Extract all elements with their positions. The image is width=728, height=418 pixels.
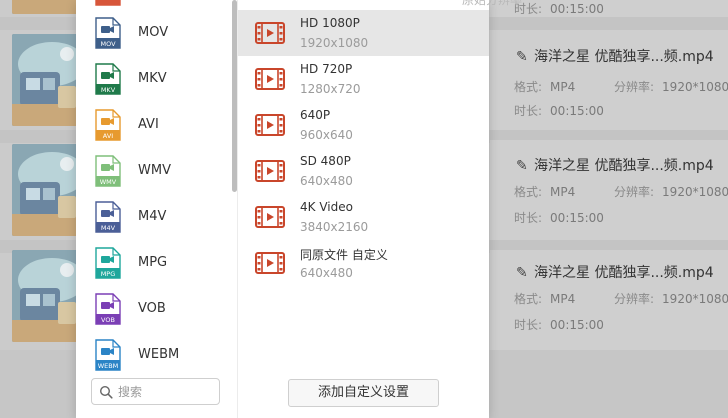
- output-format-popup: MOV MOV MKV MKV AVI AVI WMV WMV M4V M4V MPG MPG VOB V…: [76, 0, 522, 418]
- format-name: AVI: [138, 117, 159, 132]
- format-badge-text: AVI: [103, 132, 113, 140]
- video-scene-image: [12, 0, 80, 14]
- video-film-icon: [255, 252, 285, 274]
- resolution-text: 分辨率: 1920*1080: [614, 80, 728, 94]
- format-name: WMV: [138, 163, 171, 178]
- format-badge-text: M4V: [101, 224, 116, 232]
- file-name[interactable]: ✎ 海洋之星 优酷独享...频.mp4: [516, 155, 714, 175]
- format-list: MOV MOV MKV MKV AVI AVI WMV WMV M4V M4V MPG MPG VOB V…: [76, 0, 233, 371]
- format-item-wmv[interactable]: WMV WMV: [76, 148, 233, 194]
- search-input[interactable]: [118, 383, 216, 401]
- format-name: WEBM: [138, 347, 180, 362]
- resolution-title: 4K Video: [300, 200, 353, 214]
- duration-text: 时长: 00:15:00: [514, 2, 604, 16]
- format-badge-text: WMV: [100, 178, 117, 186]
- video-thumbnail: [12, 0, 80, 14]
- video-thumbnail: [12, 250, 80, 342]
- format-item-avi[interactable]: AVI AVI: [76, 102, 233, 148]
- video-scene-image: [12, 250, 80, 342]
- format-item-vob[interactable]: VOB VOB: [76, 286, 233, 332]
- video-scene-image: [12, 34, 80, 126]
- format-badge-text: WEBM: [98, 362, 119, 370]
- add-custom-setting-button[interactable]: 添加自定义设置: [288, 379, 439, 407]
- wmv-file-icon: WMV: [95, 155, 121, 187]
- avi-file-icon: AVI: [95, 109, 121, 141]
- format-name: MKV: [138, 71, 167, 86]
- duration-text: 时长: 00:15:00: [514, 211, 604, 225]
- resolution-title: SD 480P: [300, 154, 351, 168]
- format-search-box[interactable]: [91, 378, 220, 405]
- video-film-icon: [255, 22, 285, 44]
- resolution-dimensions: 1280x720: [300, 82, 361, 96]
- resolution-dimensions: 960x640: [300, 128, 353, 142]
- resolution-dimensions: 1920x1080: [300, 36, 369, 50]
- format-badge-text: MOV: [100, 40, 116, 48]
- resolution-option[interactable]: SD 480P 640x480: [238, 148, 489, 194]
- duration-text: 时长: 00:15:00: [514, 104, 604, 118]
- resolution-title: HD 720P: [300, 62, 353, 76]
- video-film-icon: [255, 160, 285, 182]
- format-badge-text: VOB: [101, 316, 115, 324]
- duration-text: 时长: 00:15:00: [514, 318, 604, 332]
- resolution-dimensions: 3840x2160: [300, 220, 369, 234]
- video-film-icon: [255, 206, 285, 228]
- format-item-mpg[interactable]: MPG MPG: [76, 240, 233, 286]
- edit-pencil-icon[interactable]: ✎: [516, 49, 530, 65]
- vob-file-icon: VOB: [95, 293, 121, 325]
- resolution-option[interactable]: 同原文件 自定义 640x480: [238, 240, 489, 286]
- format-name: M4V: [138, 209, 167, 224]
- mov-file-icon: MOV: [95, 17, 121, 49]
- video-thumbnail: [12, 34, 80, 126]
- format-item-mkv[interactable]: MKV MKV: [76, 56, 233, 102]
- format-text: 格式: MP4: [514, 80, 576, 94]
- resolution-option[interactable]: 4K Video 3840x2160: [238, 194, 489, 240]
- format-name: MOV: [138, 25, 169, 40]
- resolution-option[interactable]: 640P 960x640: [238, 102, 489, 148]
- webm-file-icon: WEBM: [95, 339, 121, 371]
- resolution-text: 分辨率: 1920*1080: [614, 292, 728, 306]
- format-badge-text: MPG: [101, 270, 116, 278]
- resolution-option[interactable]: HD 720P 1280x720: [238, 56, 489, 102]
- mp4-file-icon: [95, 0, 121, 6]
- original-resolution-partial: 原始分辨率: [462, 0, 523, 7]
- video-scene-image: [12, 144, 80, 236]
- resolution-title: HD 1080P: [300, 16, 360, 30]
- m4v-file-icon: M4V: [95, 201, 121, 233]
- resolution-option[interactable]: HD 1080P 1920x1080: [238, 10, 489, 56]
- resolution-title: 640P: [300, 108, 331, 122]
- video-film-icon: [255, 68, 285, 90]
- edit-pencil-icon[interactable]: ✎: [516, 158, 530, 174]
- resolution-list: 原始分辨率 HD 1080P 1920x1080 HD 720P 1280x720 64…: [238, 0, 522, 370]
- file-name[interactable]: ✎ 海洋之星 优酷独享...频.mp4: [516, 46, 714, 66]
- resolution-text: 分辨率: 1920*1080: [614, 185, 728, 199]
- format-item-mov[interactable]: MOV MOV: [76, 10, 233, 56]
- resolution-dimensions: 640x480: [300, 266, 353, 280]
- format-item-m4v[interactable]: M4V M4V: [76, 194, 233, 240]
- file-name[interactable]: ✎ 海洋之星 优酷独享...频.mp4: [516, 262, 714, 282]
- format-item-webm[interactable]: WEBM WEBM: [76, 332, 233, 378]
- search-icon: [99, 385, 113, 399]
- format-name: MPG: [138, 255, 168, 270]
- format-badge-text: MKV: [101, 86, 116, 94]
- format-text: 格式: MP4: [514, 292, 576, 306]
- edit-pencil-icon[interactable]: ✎: [516, 265, 530, 281]
- resolution-dimensions: 640x480: [300, 174, 353, 188]
- resolution-title: 同原文件 自定义: [300, 248, 388, 262]
- format-name: VOB: [138, 301, 166, 316]
- mkv-file-icon: MKV: [95, 63, 121, 95]
- video-thumbnail: [12, 144, 80, 236]
- format-text: 格式: MP4: [514, 185, 576, 199]
- video-film-icon: [255, 114, 285, 136]
- mpg-file-icon: MPG: [95, 247, 121, 279]
